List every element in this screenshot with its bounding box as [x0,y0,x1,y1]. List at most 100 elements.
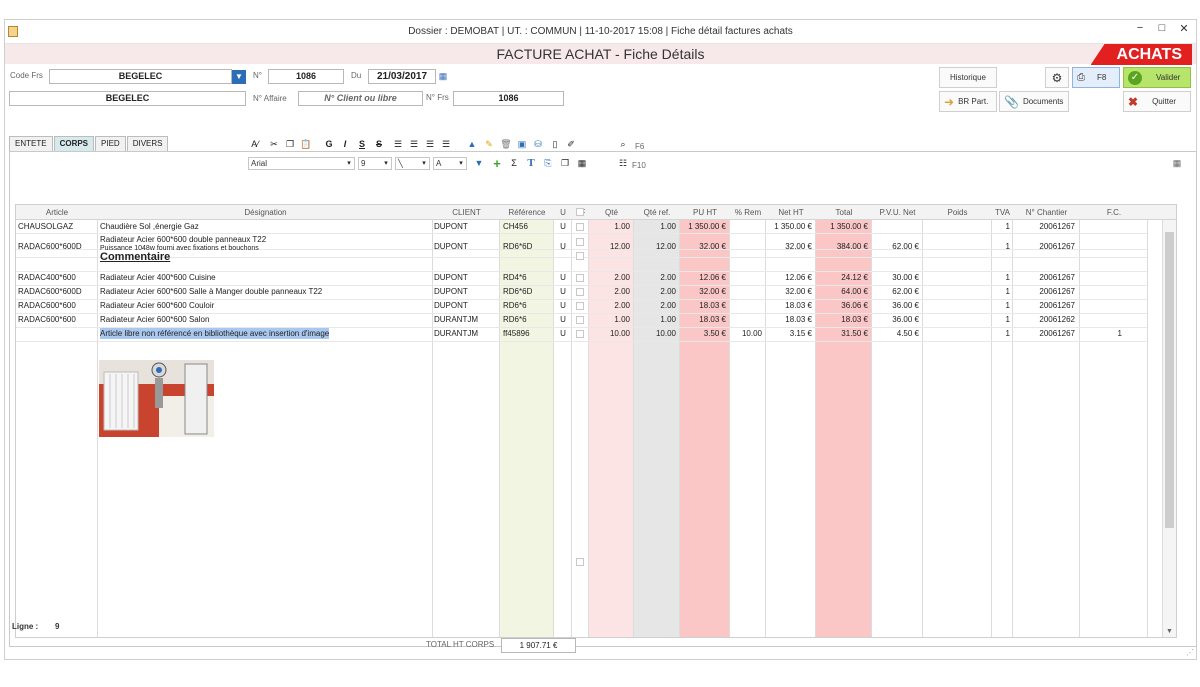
format-icon[interactable]: ☷ [616,157,630,170]
strikethrough-icon[interactable]: S [372,138,386,151]
cell-u[interactable]: U [554,328,572,339]
cell-pu[interactable]: 3.50 € [680,328,726,339]
font-select[interactable]: Arial [248,157,355,170]
cell-pvu[interactable]: 4.50 € [872,328,919,339]
image-icon[interactable]: ▣ [515,138,529,151]
cell-pu[interactable]: 18.03 € [680,314,726,325]
ff-checkbox[interactable] [576,223,584,231]
ff-checkbox[interactable] [576,288,584,296]
cell-chantier[interactable]: 20061267 [1013,286,1075,297]
lines-grid[interactable]: Article Désignation CLIENT Référence U F… [15,204,1177,638]
header-pvu[interactable]: P.V.U. Net [872,205,923,220]
table-row[interactable]: RADAC600*600D DUPONT RD6*6D U 12.00 12.00 32.0… [16,233,1147,252]
header-netht[interactable]: Net HT [766,205,816,220]
align-right-icon[interactable]: ☰ [423,138,437,151]
header-qteref[interactable]: Qté ref. [634,205,680,220]
cell-total[interactable]: 64.00 € [816,286,868,297]
cell-designation[interactable]: Radiateur Acier 600*600 Salle à Manger d… [100,286,322,297]
color-dropdown-icon[interactable]: ▾ [456,157,466,170]
font-dropdown-icon[interactable]: ▾ [344,157,354,170]
cell-fc[interactable]: 1 [1080,328,1122,339]
comment-heading[interactable]: Commentaire [100,252,170,263]
cell-tva[interactable]: 1 [992,286,1010,297]
add-line-icon[interactable]: + [490,157,504,170]
ff-checkbox[interactable] [576,238,584,246]
document-icon[interactable]: ▯ [548,138,562,151]
table-row[interactable]: DURANTJM ff45896 U 10.00 10.00 3.50 € 10.00 3.1… [16,327,1147,341]
valider-button[interactable]: ✓ Valider [1123,67,1191,88]
cell-tva[interactable]: 1 [992,272,1010,283]
cell-qteref[interactable]: 10.00 [634,328,676,339]
maximize-icon[interactable]: □ [1152,22,1172,34]
cell-pvu[interactable]: 36.00 € [872,300,919,311]
grid-icon[interactable]: ▦ [575,157,589,170]
ff-checkbox[interactable] [576,274,584,282]
edit-icon[interactable]: ✐ [564,138,578,151]
cell-ref[interactable]: RD4*6 [503,272,553,283]
cell-qteref[interactable]: 2.00 [634,286,676,297]
text-tool-icon[interactable]: T [524,157,538,170]
cell-client[interactable]: DURANTJM [434,328,500,339]
header-article[interactable]: Article [16,205,98,220]
cell-qteref[interactable]: 1.00 [634,314,676,325]
invoice-number-field[interactable]: 1086 [268,69,344,84]
italic-icon[interactable]: I [338,138,352,151]
bold-icon[interactable]: G [322,138,336,151]
cell-chantier[interactable]: 20061267 [1013,221,1075,232]
cell-total[interactable]: 1 350.00 € [816,221,868,232]
cell-pu[interactable]: 18.03 € [680,300,726,311]
code-frs-field[interactable]: BEGELEC [49,69,232,84]
cell-total[interactable]: 31.50 € [816,328,868,339]
table-row[interactable]: CHAUSOLGAZ DUPONT CH456 U 1.00 1.00 1 350.00 €… [16,220,1147,234]
date-field[interactable]: 21/03/2017 [368,69,436,84]
cell-client[interactable]: DUPONT [434,221,500,232]
table-view-icon[interactable]: ▦ [1170,157,1184,170]
underline-icon[interactable]: S [355,138,369,151]
ff-checkbox[interactable] [576,316,584,324]
cell-total[interactable]: 36.06 € [816,300,868,311]
header-total[interactable]: Total [816,205,872,220]
cell-qte[interactable]: 10.00 [589,328,630,339]
header-designation[interactable]: Désignation [98,205,433,220]
header-u[interactable]: U [554,205,572,220]
binoculars-icon[interactable]: ⌕ [616,138,630,151]
cell-ref[interactable]: ff45896 [503,328,553,339]
vertical-scrollbar[interactable]: ▼ [1162,220,1176,637]
copy-icon[interactable]: ❐ [283,138,297,151]
header-rem[interactable]: % Rem [730,205,766,220]
insert-field-icon[interactable]: ⎘ [541,157,555,170]
eraser-icon[interactable]: ✎ [482,138,496,151]
header-reference[interactable]: Référence [500,205,554,220]
sum-icon[interactable]: Σ [507,157,521,170]
resize-grip-icon[interactable]: ⋰ [1186,648,1194,657]
cell-pu[interactable]: 1 350.00 € [680,221,726,232]
header-tva[interactable]: TVA [992,205,1013,220]
cell-article[interactable]: RADAC600*600 [18,314,98,325]
cell-tva[interactable]: 1 [992,328,1010,339]
header-fc[interactable]: F.C. [1080,205,1148,220]
cell-article[interactable]: CHAUSOLGAZ [18,221,98,232]
cell-qte[interactable]: 2.00 [589,300,630,311]
ff-checkbox[interactable] [576,330,584,338]
br-part-button[interactable]: ➜ BR Part. [939,91,997,112]
cell-client[interactable]: DUPONT [434,286,500,297]
cell-ref[interactable]: CH456 [503,221,553,232]
cell-tva[interactable]: 1 [992,221,1010,232]
cell-designation[interactable]: Article libre non référencé en bibliothè… [100,328,330,339]
align-center-icon[interactable]: ☰ [407,138,421,151]
quitter-button[interactable]: ✖ Quitter [1123,91,1191,112]
table-row[interactable]: RADAC600*600 DUPONT RD6*6 U 2.00 2.00 18.03 € 1… [16,299,1147,313]
cell-client[interactable]: DUPONT [434,300,500,311]
cell-total[interactable]: 18.03 € [816,314,868,325]
frs-no-field[interactable]: 1086 [453,91,564,106]
cell-article[interactable]: RADAC600*600 [18,300,98,311]
documents-button[interactable]: 📎 Documents [999,91,1069,112]
scroll-down-icon[interactable]: ▼ [1166,628,1173,635]
ff-checkbox[interactable] [576,558,584,566]
cell-u[interactable]: U [554,221,572,232]
tab-divers[interactable]: DIVERS [126,136,169,151]
cell-qte[interactable]: 1.00 [589,314,630,325]
cell-net[interactable]: 12.06 € [766,272,812,283]
move-up-icon[interactable]: ▲ [465,138,479,151]
header-poids[interactable]: Poids [923,205,992,220]
